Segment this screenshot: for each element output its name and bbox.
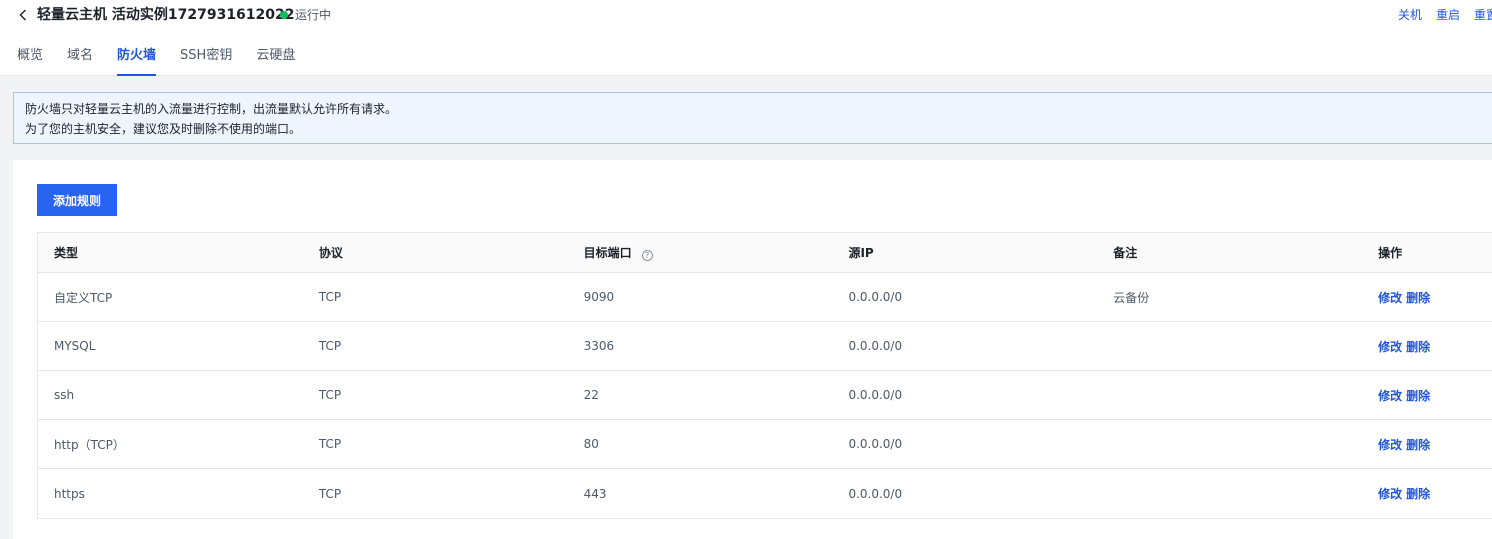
firewall-notice: 防火墙只对轻量云主机的入流量进行控制，出流量默认允许所有请求。 为了您的主机安全… bbox=[13, 92, 1492, 144]
table-row: https TCP 443 0.0.0.0/0 修改 删除 bbox=[38, 469, 1492, 518]
cell-source-ip: 0.0.0.0/0 bbox=[848, 339, 903, 353]
table-row: 自定义TCP TCP 9090 0.0.0.0/0 云备份 修改 删除 bbox=[38, 273, 1492, 322]
edit-rule-link[interactable]: 修改 bbox=[1378, 438, 1402, 452]
add-rule-button[interactable]: 添加规则 bbox=[37, 184, 117, 216]
page-header: 轻量云主机 活动实例1727931612022 运行中 关机 重启 重置 概览 … bbox=[0, 0, 1492, 76]
tab-overview[interactable]: 概览 bbox=[17, 46, 43, 76]
reset-button[interactable]: 重置 bbox=[1474, 6, 1492, 24]
cell-protocol: TCP bbox=[318, 339, 342, 353]
cell-type: http（TCP） bbox=[54, 437, 125, 452]
cell-type: https bbox=[54, 486, 85, 501]
back-arrow-icon[interactable] bbox=[16, 6, 30, 24]
table-row: MYSQL TCP 3306 0.0.0.0/0 修改 删除 bbox=[38, 322, 1492, 371]
col-remark: 备注 bbox=[1113, 246, 1138, 260]
cell-type: MYSQL bbox=[54, 339, 96, 353]
cell-actions: 修改 删除 bbox=[1362, 289, 1492, 306]
instance-actions: 关机 重启 重置 bbox=[1398, 6, 1492, 24]
rules-panel: 添加规则 类型 协议 目标端口? 源IP 备注 操作 自定义TCP TCP 90… bbox=[13, 160, 1492, 539]
cell-remark: 云备份 bbox=[1113, 290, 1150, 305]
cell-port: 443 bbox=[583, 486, 607, 501]
edit-rule-link[interactable]: 修改 bbox=[1378, 487, 1402, 501]
cell-protocol: TCP bbox=[318, 290, 342, 304]
col-port: 目标端口? bbox=[568, 244, 833, 261]
tab-firewall[interactable]: 防火墙 bbox=[117, 46, 157, 76]
delete-rule-link[interactable]: 删除 bbox=[1406, 487, 1430, 501]
delete-rule-link[interactable]: 删除 bbox=[1406, 340, 1430, 354]
tab-bar: 概览 域名 防火墙 SSH密钥 云硬盘 bbox=[17, 46, 295, 76]
cell-protocol: TCP bbox=[318, 437, 342, 451]
cell-source-ip: 0.0.0.0/0 bbox=[848, 486, 903, 501]
page-title: 轻量云主机 活动实例1727931612022 bbox=[37, 7, 295, 23]
status-dot-icon bbox=[280, 11, 288, 19]
status-badge: 运行中 bbox=[295, 8, 332, 22]
edit-rule-link[interactable]: 修改 bbox=[1378, 389, 1402, 403]
cell-protocol: TCP bbox=[318, 388, 342, 402]
col-port-label: 目标端口 bbox=[583, 246, 632, 260]
edit-rule-link[interactable]: 修改 bbox=[1378, 340, 1402, 354]
cell-port: 9090 bbox=[583, 290, 615, 304]
delete-rule-link[interactable]: 删除 bbox=[1406, 438, 1430, 452]
tab-cloud-disk[interactable]: 云硬盘 bbox=[256, 46, 295, 76]
delete-rule-link[interactable]: 删除 bbox=[1406, 291, 1430, 305]
cell-actions: 修改 删除 bbox=[1362, 485, 1492, 502]
table-row: http（TCP） TCP 80 0.0.0.0/0 修改 删除 bbox=[38, 420, 1492, 469]
cell-actions: 修改 删除 bbox=[1362, 436, 1492, 453]
cell-actions: 修改 删除 bbox=[1362, 387, 1492, 404]
cell-port: 3306 bbox=[583, 339, 615, 353]
notice-line-2: 为了您的主机安全，建议您及时删除不使用的端口。 bbox=[25, 122, 302, 136]
question-circle-icon[interactable]: ? bbox=[641, 250, 653, 261]
restart-button[interactable]: 重启 bbox=[1436, 6, 1460, 24]
cell-type: ssh bbox=[54, 388, 75, 402]
table-row: ssh TCP 22 0.0.0.0/0 修改 删除 bbox=[38, 371, 1492, 420]
tab-ssh-key[interactable]: SSH密钥 bbox=[180, 46, 232, 76]
tab-domain[interactable]: 域名 bbox=[67, 46, 93, 76]
edit-rule-link[interactable]: 修改 bbox=[1378, 291, 1402, 305]
cell-port: 80 bbox=[583, 437, 599, 451]
cell-source-ip: 0.0.0.0/0 bbox=[848, 437, 903, 451]
cell-port: 22 bbox=[583, 388, 599, 402]
rules-table: 类型 协议 目标端口? 源IP 备注 操作 自定义TCP TCP 9090 0.… bbox=[37, 232, 1492, 519]
cell-type: 自定义TCP bbox=[54, 290, 113, 305]
col-actions: 操作 bbox=[1378, 246, 1403, 260]
table-header-row: 类型 协议 目标端口? 源IP 备注 操作 bbox=[38, 233, 1492, 273]
col-protocol: 协议 bbox=[318, 246, 343, 260]
col-source-ip: 源IP bbox=[848, 246, 874, 260]
col-type: 类型 bbox=[54, 246, 79, 260]
cell-actions: 修改 删除 bbox=[1362, 338, 1492, 355]
notice-line-1: 防火墙只对轻量云主机的入流量进行控制，出流量默认允许所有请求。 bbox=[25, 102, 398, 116]
cell-source-ip: 0.0.0.0/0 bbox=[848, 388, 903, 402]
shutdown-button[interactable]: 关机 bbox=[1398, 6, 1422, 24]
delete-rule-link[interactable]: 删除 bbox=[1406, 389, 1430, 403]
cell-source-ip: 0.0.0.0/0 bbox=[848, 290, 903, 304]
cell-protocol: TCP bbox=[318, 486, 342, 501]
